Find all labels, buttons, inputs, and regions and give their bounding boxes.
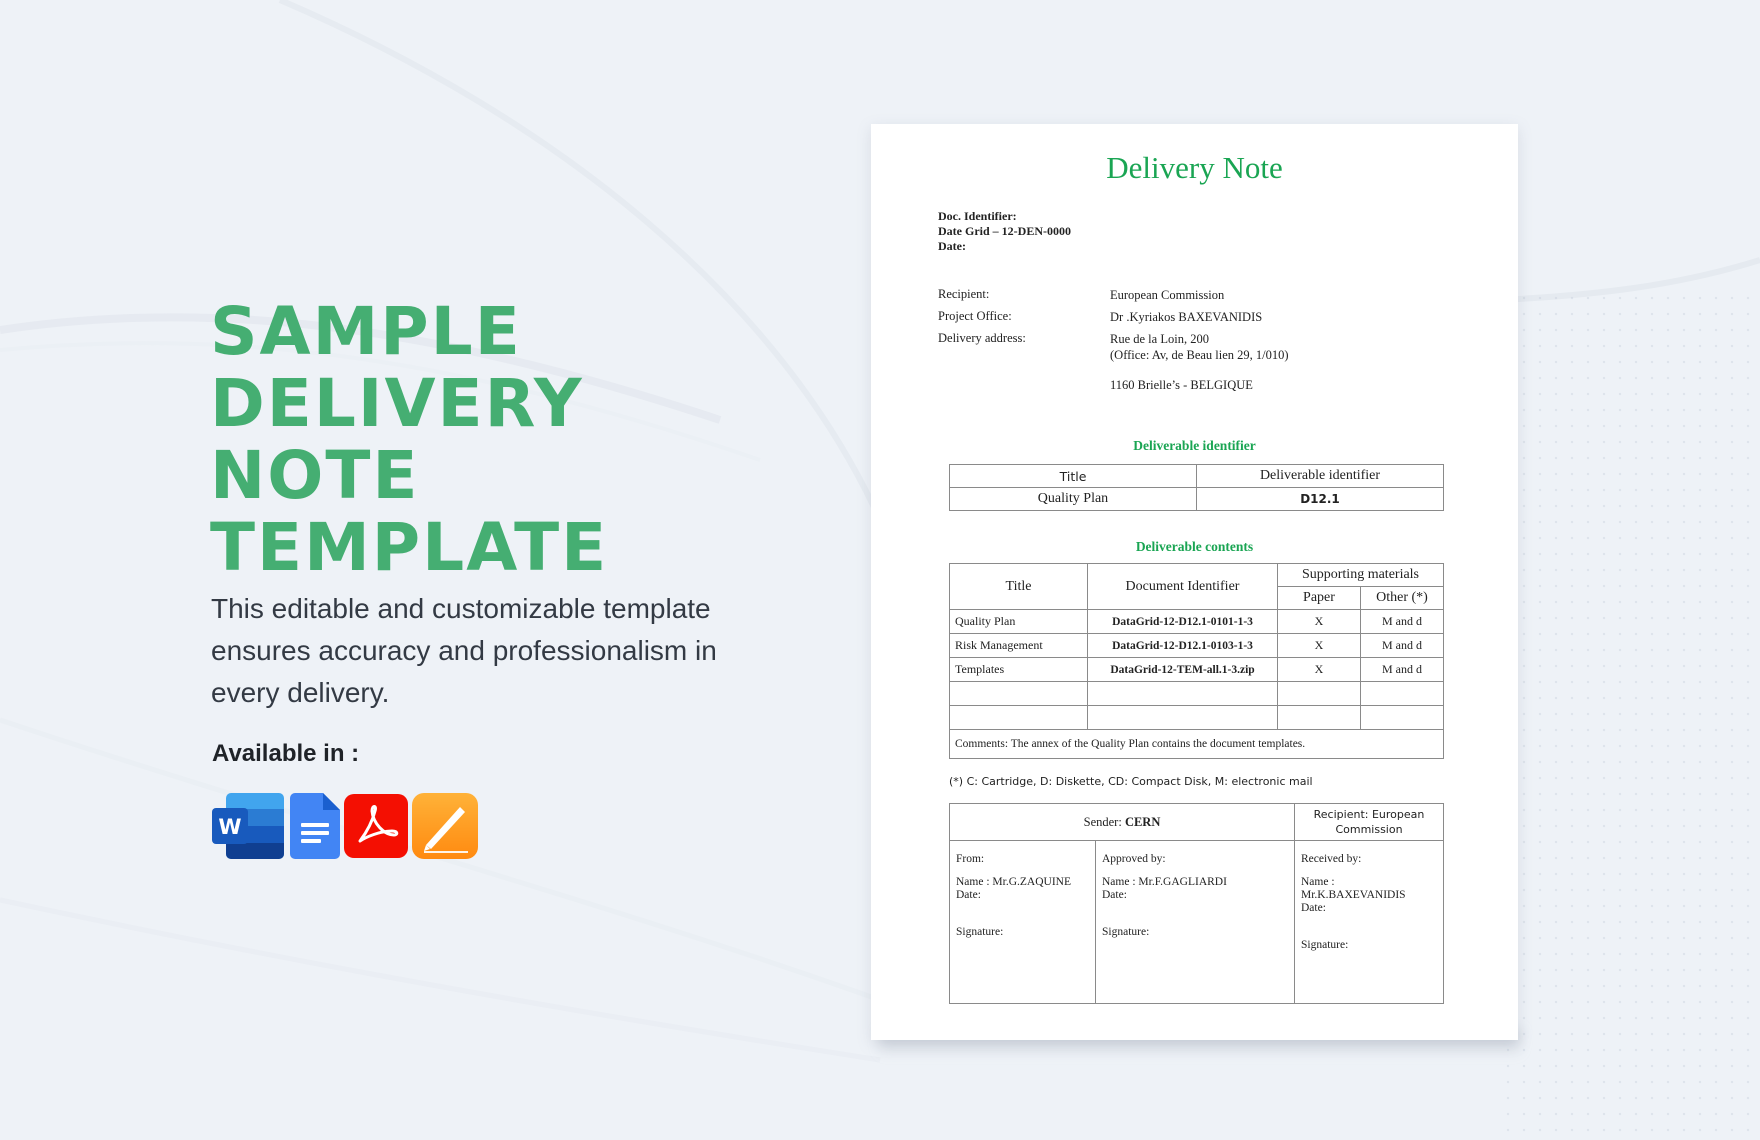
signature-name: Name : Mr.K.BAXEVANIDIS (1301, 876, 1406, 901)
description: This editable and customizable template … (211, 593, 717, 708)
deliverable-contents-heading: Deliverable contents (1135, 539, 1254, 554)
table-cell (1277, 681, 1361, 706)
info-value: European Commission (1110, 288, 1225, 302)
table-row: Quality Plan D12.1 (949, 487, 1444, 511)
table-cell (949, 705, 1088, 730)
table-row (949, 705, 1444, 730)
info-label: Delivery address: (938, 331, 1026, 345)
word-icon[interactable]: W (212, 793, 284, 859)
google-docs-icon[interactable] (290, 793, 340, 859)
table-header: Supporting materials (1277, 563, 1444, 587)
adobe-pdf-icon[interactable] (344, 793, 408, 859)
svg-text:W: W (218, 815, 241, 839)
headline-line: DELIVERY (210, 365, 584, 442)
table-header-row: Title Document Identifier Supporting mat… (949, 563, 1444, 610)
date-grid: Date Grid – 12-DEN-0000 (938, 224, 1071, 238)
headline-line: SAMPLE (210, 293, 522, 370)
doc-identifier: Doc. Identifier: (938, 209, 1017, 223)
headline-line: NOTE (210, 437, 420, 514)
table-cell: M and d (1360, 609, 1444, 634)
table-header: Deliverable identifier (1196, 464, 1444, 488)
table-row (949, 681, 1444, 706)
deliverable-contents-table: Title Document Identifier Supporting mat… (949, 563, 1444, 759)
info-value: Rue de la Loin, 200 (Office: Av, de Beau… (1110, 331, 1289, 393)
table-cell: DataGrid-12-D12.1-0101-1-3 (1087, 609, 1278, 634)
deliverable-identifier-table: Title Deliverable identifier Quality Pla… (949, 464, 1444, 511)
table-header: Document Identifier (1087, 563, 1278, 610)
apple-pages-icon[interactable] (412, 793, 478, 859)
comments: Comments: The annex of the Quality Plan … (949, 729, 1444, 759)
doc-date: Date: (938, 239, 966, 253)
signature-label: Signature: (1301, 939, 1349, 951)
headline: SAMPLE DELIVERY NOTE TEMPLATE (210, 296, 608, 584)
table-cell: Templates (949, 657, 1088, 682)
table-header: Title (949, 464, 1197, 488)
table-cell: Risk Management (949, 633, 1088, 658)
table-header: Paper (1277, 586, 1361, 610)
signature-name: Name : Mr.F.GAGLIARDI (1102, 876, 1227, 888)
table-header-row: Title Deliverable identifier (949, 464, 1444, 488)
table-cell: M and d (1360, 657, 1444, 682)
info-label: Project Office: (938, 309, 1012, 323)
signature-role: From: (956, 853, 985, 865)
deliverable-identifier-heading: Deliverable identifier (1133, 438, 1256, 453)
document-meta: Doc. Identifier: Date Grid – 12-DEN-0000… (938, 209, 1071, 254)
table-cell: M and d (1360, 633, 1444, 658)
sender-name: CERN (1124, 814, 1161, 829)
table-row: Quality Plan DataGrid-12-D12.1-0101-1-3 … (949, 609, 1444, 634)
table-cell: D12.1 (1196, 487, 1444, 511)
address-line: Rue de la Loin, 200 (1110, 332, 1209, 346)
table-cell (1087, 681, 1278, 706)
sender-label: Sender: (1083, 814, 1125, 829)
signature-label: Signature: (1102, 926, 1150, 938)
signature-date: Date: (1102, 889, 1127, 901)
table-header: Title (949, 563, 1088, 610)
table-row: Risk Management DataGrid-12-D12.1-0103-1… (949, 633, 1444, 658)
signature-cell-received: Received by: Name : Mr.K.BAXEVANIDIS Dat… (1294, 840, 1444, 1004)
dot-pattern (1500, 290, 1760, 1140)
signature-role: Received by: (1301, 853, 1362, 865)
signature-label: Signature: (956, 926, 1004, 938)
table-cell: X (1277, 657, 1361, 682)
table-row: Templates DataGrid-12-TEM-all.1-3.zip X … (949, 657, 1444, 682)
info-label: Recipient: (938, 287, 990, 301)
signature-cell-approved: Approved by: Name : Mr.F.GAGLIARDI Date:… (1095, 840, 1295, 1004)
signature-row: From: Name : Mr.G.ZAQUINE Date: Signatur… (949, 840, 1444, 1004)
available-in-label: Available in : (212, 740, 360, 767)
signature-cell-from: From: Name : Mr.G.ZAQUINE Date: Signatur… (949, 840, 1096, 1004)
table-cell: Quality Plan (949, 609, 1088, 634)
signature-name: Name : Mr.G.ZAQUINE (956, 876, 1071, 888)
comments-row: Comments: The annex of the Quality Plan … (949, 729, 1444, 759)
info-value: Dr .Kyriakos BAXEVANIDIS (1110, 310, 1263, 324)
headline-line: TEMPLATE (210, 509, 609, 586)
footnote: (*) C: Cartridge, D: Diskette, CD: Compa… (949, 775, 1313, 788)
table-cell: DataGrid-12-TEM-all.1-3.zip (1087, 657, 1278, 682)
table-cell (1360, 681, 1444, 706)
signature-header-row: Sender: CERN Recipient: European Commiss… (949, 803, 1444, 841)
table-header: Other (*) (1360, 586, 1444, 610)
table-cell (1277, 705, 1361, 730)
signature-role: Approved by: (1102, 853, 1166, 865)
signature-date: Date: (1301, 902, 1326, 914)
address-line: 1160 Brielle’s - BELGIQUE (1110, 378, 1253, 392)
table-cell: X (1277, 609, 1361, 634)
signature-table: Sender: CERN Recipient: European Commiss… (949, 803, 1444, 1004)
document-title: Delivery Note (1106, 150, 1283, 185)
table-cell: X (1277, 633, 1361, 658)
table-cell: Quality Plan (949, 487, 1197, 511)
document-preview: Delivery Note Doc. Identifier: Date Grid… (871, 124, 1518, 1040)
signature-date: Date: (956, 889, 981, 901)
address-line: (Office: Av, de Beau lien 29, 1/010) (1110, 348, 1289, 362)
table-cell (1087, 705, 1278, 730)
table-cell (949, 681, 1088, 706)
table-cell (1360, 705, 1444, 730)
table-cell: DataGrid-12-D12.1-0103-1-3 (1087, 633, 1278, 658)
recipient-header: Recipient: European Commission (1294, 803, 1444, 841)
sender-header: Sender: CERN (949, 803, 1295, 841)
